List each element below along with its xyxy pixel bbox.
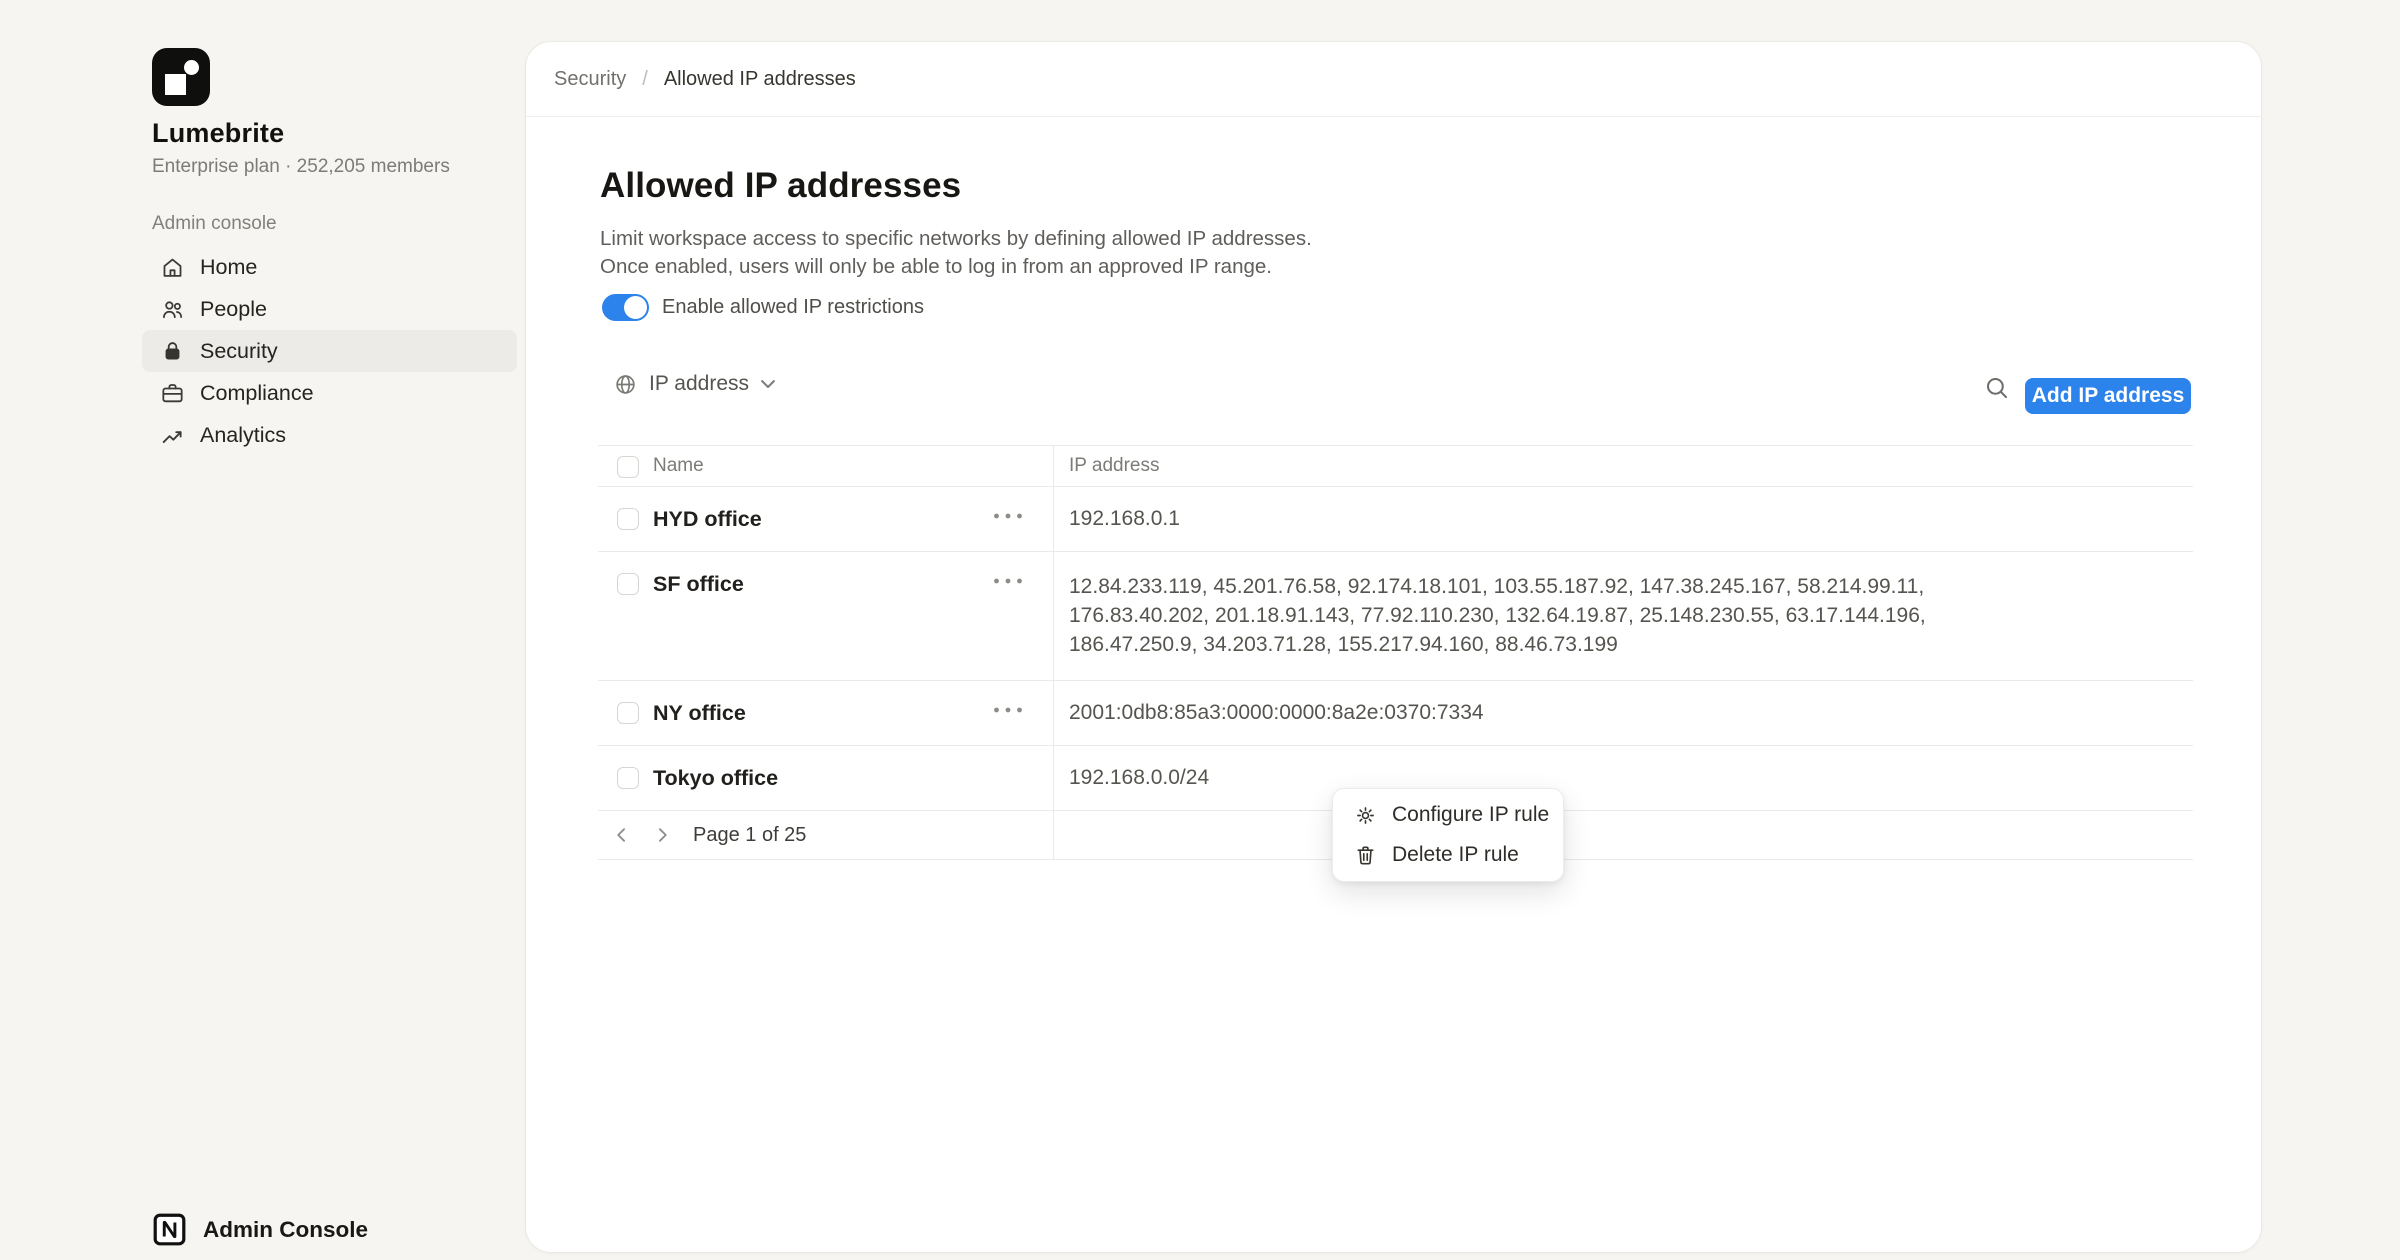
toggle-label: Enable allowed IP restrictions — [662, 296, 924, 319]
breadcrumb-security[interactable]: Security — [554, 68, 626, 91]
ip-address-filter[interactable]: IP address — [614, 372, 775, 396]
workspace-plan-members: Enterprise plan · 252,205 members — [152, 156, 450, 178]
notion-logo-icon — [152, 1212, 187, 1247]
main-panel: Security / Allowed IP addresses Allowed … — [525, 41, 2262, 1253]
enable-ip-restrictions-toggle[interactable] — [602, 294, 649, 321]
row-actions-button[interactable] — [993, 681, 1053, 713]
workspace-name: Lumebrite — [152, 118, 284, 149]
breadcrumb-current: Allowed IP addresses — [664, 68, 856, 91]
breadcrumb: Security / Allowed IP addresses — [526, 42, 2261, 117]
sidebar-item-label: Security — [200, 339, 278, 364]
row-checkbox[interactable] — [617, 508, 639, 530]
row-name: Tokyo office — [653, 746, 993, 791]
trash-icon — [1354, 844, 1377, 867]
chevron-down-icon — [761, 380, 775, 389]
briefcase-icon — [160, 381, 185, 406]
sidebar-item-compliance[interactable]: Compliance — [142, 372, 517, 414]
sidebar-item-label: Compliance — [200, 381, 314, 406]
table-header-row: Name IP address — [598, 446, 2193, 487]
search-icon[interactable] — [1984, 375, 2010, 401]
lock-icon — [160, 339, 185, 364]
workspace-logo — [152, 48, 210, 106]
row-name: NY office — [653, 681, 993, 726]
configure-ip-rule-item[interactable]: Configure IP rule — [1333, 795, 1563, 835]
row-context-menu: Configure IP rule Delete IP rule — [1332, 788, 1564, 882]
add-ip-address-button[interactable]: Add IP address — [2025, 378, 2191, 414]
column-header-name: Name — [653, 446, 1053, 477]
column-header-ip: IP address — [1053, 446, 2193, 477]
menu-item-label: Delete IP rule — [1392, 843, 1519, 867]
row-name: HYD office — [653, 487, 993, 532]
table-row: HYD office 192.168.0.1 — [598, 487, 2193, 552]
sidebar-item-people[interactable]: People — [142, 288, 517, 330]
delete-ip-rule-item[interactable]: Delete IP rule — [1333, 835, 1563, 875]
row-ip: 2001:0db8:85a3:0000:0000:8a2e:0370:7334 — [1053, 681, 2193, 725]
row-checkbox[interactable] — [617, 767, 639, 789]
filter-label: IP address — [649, 372, 749, 396]
next-page-icon[interactable] — [645, 818, 679, 852]
gear-icon — [1354, 804, 1377, 827]
sidebar-nav: Home People Security — [142, 246, 517, 456]
page-title: Allowed IP addresses — [600, 166, 961, 206]
row-checkbox[interactable] — [617, 573, 639, 595]
sidebar-item-analytics[interactable]: Analytics — [142, 414, 517, 456]
ip-restrictions-toggle-row: Enable allowed IP restrictions — [602, 294, 924, 321]
page-description: Limit workspace access to specific netwo… — [600, 225, 1312, 281]
sidebar-item-home[interactable]: Home — [142, 246, 517, 288]
previous-page-icon[interactable] — [605, 818, 639, 852]
row-ip: 192.168.0.0/24 — [1053, 746, 2193, 790]
analytics-icon — [160, 423, 185, 448]
sidebar-section-label: Admin console — [152, 213, 277, 235]
row-actions-button[interactable] — [993, 487, 1053, 519]
breadcrumb-separator: / — [642, 68, 648, 91]
home-icon — [160, 255, 185, 280]
admin-console-label: Admin Console — [203, 1217, 368, 1243]
sidebar-item-label: People — [200, 297, 267, 322]
globe-icon — [614, 373, 637, 396]
admin-console-footer[interactable]: Admin Console — [152, 1212, 368, 1247]
sidebar-item-label: Analytics — [200, 423, 286, 448]
page-description-line2: Once enabled, users will only be able to… — [600, 253, 1312, 281]
page-indicator: Page 1 of 25 — [693, 824, 806, 847]
sidebar: Lumebrite Enterprise plan · 252,205 memb… — [0, 0, 525, 1260]
menu-item-label: Configure IP rule — [1392, 803, 1549, 827]
row-ip: 192.168.0.1 — [1053, 487, 2193, 531]
table-row: SF office 12.84.233.119, 45.201.76.58, 9… — [598, 552, 2193, 681]
row-checkbox[interactable] — [617, 702, 639, 724]
row-ip: 12.84.233.119, 45.201.76.58, 92.174.18.1… — [1053, 552, 2193, 659]
sidebar-item-label: Home — [200, 255, 257, 280]
row-name: SF office — [653, 552, 993, 597]
sidebar-item-security[interactable]: Security — [142, 330, 517, 372]
select-all-checkbox[interactable] — [617, 456, 639, 478]
page-description-line1: Limit workspace access to specific netwo… — [600, 225, 1312, 253]
row-actions-button[interactable] — [993, 746, 1053, 772]
table-row: NY office 2001:0db8:85a3:0000:0000:8a2e:… — [598, 681, 2193, 746]
people-icon — [160, 297, 185, 322]
row-actions-button[interactable] — [993, 552, 1053, 584]
